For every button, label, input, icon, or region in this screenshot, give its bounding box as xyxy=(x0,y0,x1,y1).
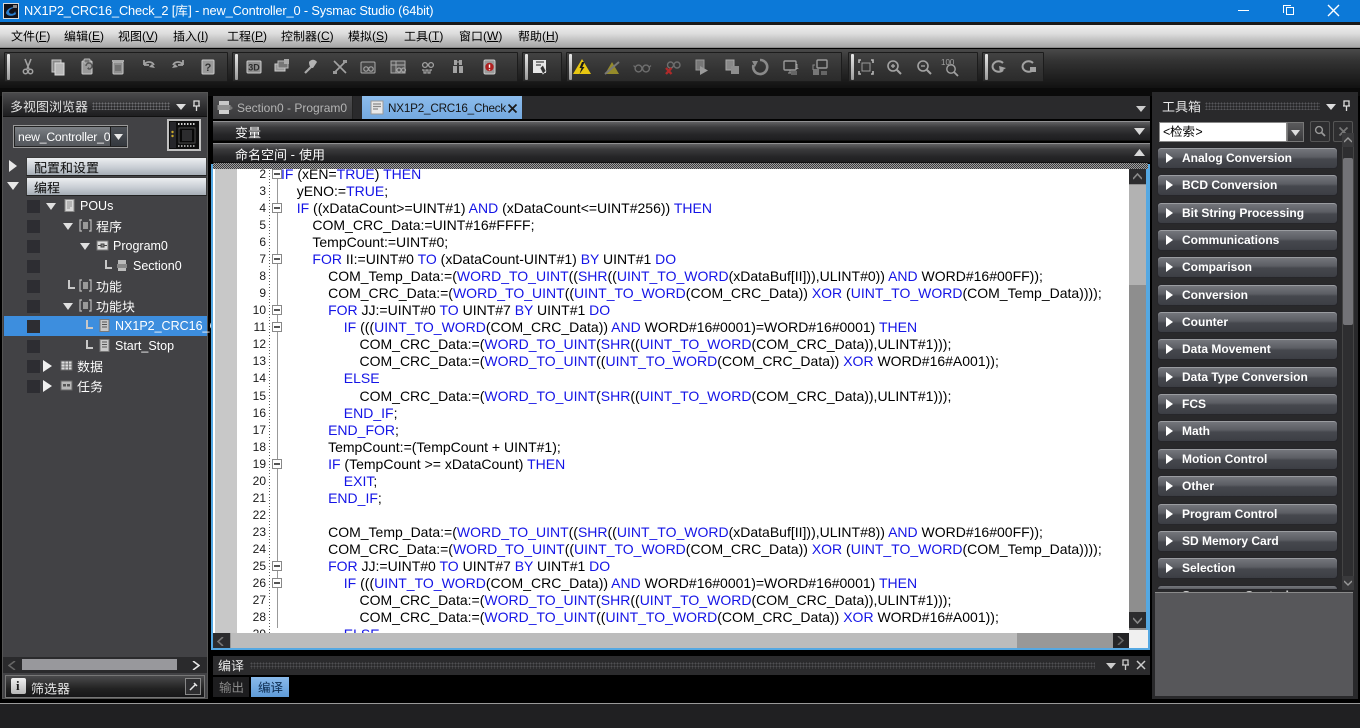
svg-text:1: 1 xyxy=(795,64,799,71)
svg-text:3D: 3D xyxy=(248,63,260,73)
svg-text:?: ? xyxy=(205,62,212,74)
